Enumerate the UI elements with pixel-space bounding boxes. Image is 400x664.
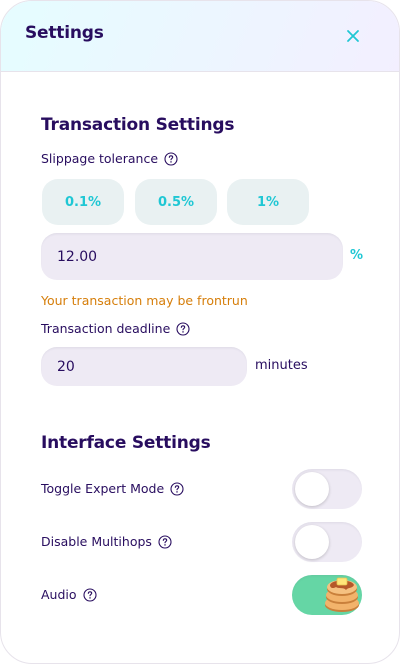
settings-modal: Settings Transaction Settings Slippage t…	[0, 0, 400, 664]
close-icon	[347, 30, 359, 42]
deadline-unit: minutes	[255, 358, 308, 373]
modal-header: Settings	[1, 1, 399, 72]
modal-title: Settings	[25, 23, 104, 43]
slippage-unit: %	[350, 248, 364, 263]
transaction-deadline-label: Transaction deadline	[41, 321, 190, 336]
toggle-knob	[295, 472, 329, 506]
disable-multihops-toggle[interactable]	[292, 522, 362, 562]
audio-label: Audio	[41, 587, 97, 602]
pancake-icon	[325, 577, 359, 612]
audio-toggle[interactable]	[292, 575, 362, 615]
close-button[interactable]	[339, 22, 367, 50]
frontrun-warning: Your transaction may be frontrun	[41, 293, 248, 308]
disable-multihops-label: Disable Multihops	[41, 534, 172, 549]
slippage-label-text: Slippage tolerance	[41, 151, 159, 166]
slippage-option-0-1[interactable]: 0.1%	[42, 179, 124, 225]
slippage-option-1[interactable]: 1%	[227, 179, 309, 225]
disable-multihops-text: Disable Multihops	[41, 534, 152, 549]
help-icon[interactable]	[164, 151, 178, 166]
interface-settings-title: Interface Settings	[41, 433, 211, 453]
deadline-input[interactable]: 20	[41, 347, 247, 386]
audio-text: Audio	[41, 587, 77, 602]
help-icon[interactable]	[170, 481, 184, 496]
help-icon[interactable]	[158, 534, 172, 549]
slippage-tolerance-label: Slippage tolerance	[41, 151, 178, 166]
slippage-input[interactable]: 12.00	[41, 233, 343, 280]
expert-mode-label: Toggle Expert Mode	[41, 481, 184, 496]
transaction-settings-title: Transaction Settings	[41, 115, 235, 135]
slippage-option-0-5[interactable]: 0.5%	[135, 179, 217, 225]
toggle-knob	[295, 525, 329, 559]
expert-mode-text: Toggle Expert Mode	[41, 481, 165, 496]
help-icon[interactable]	[82, 587, 97, 602]
help-icon[interactable]	[176, 321, 190, 336]
deadline-label-text: Transaction deadline	[41, 321, 171, 336]
expert-mode-toggle[interactable]	[292, 469, 362, 509]
